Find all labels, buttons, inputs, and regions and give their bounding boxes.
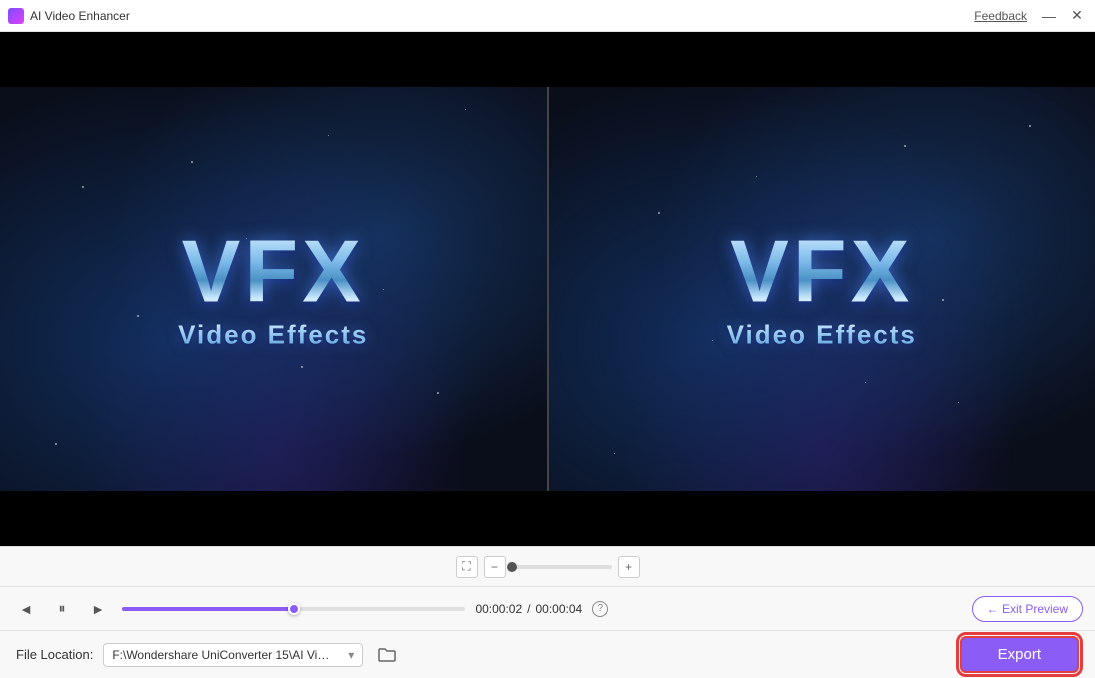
window-controls: — ✕ bbox=[1039, 6, 1087, 26]
folder-button[interactable] bbox=[373, 641, 401, 669]
forward-button[interactable]: ► bbox=[84, 595, 112, 623]
title-bar-left: AI Video Enhancer bbox=[8, 8, 130, 24]
title-bar-right: Feedback — ✕ bbox=[974, 6, 1087, 26]
file-location-bar: File Location: F:\Wondershare UniConvert… bbox=[0, 630, 1095, 678]
video-black-bottom bbox=[0, 491, 1095, 546]
zoom-slider-track[interactable] bbox=[512, 565, 612, 569]
app-icon bbox=[8, 8, 24, 24]
file-location-label: File Location: bbox=[16, 647, 93, 662]
main-content: VFX Video Effects bbox=[0, 32, 1095, 678]
help-icon[interactable]: ? bbox=[592, 601, 608, 617]
time-separator: / bbox=[527, 602, 530, 616]
progress-thumb[interactable] bbox=[288, 603, 300, 615]
progress-fill bbox=[122, 607, 294, 611]
vfx-title-left: VFX bbox=[178, 228, 368, 316]
export-button[interactable]: Export bbox=[960, 636, 1079, 673]
panel-divider bbox=[547, 32, 549, 546]
app-title: AI Video Enhancer bbox=[30, 9, 130, 23]
vfx-container-right: VFX Video Effects bbox=[727, 228, 917, 351]
vfx-title-right: VFX bbox=[727, 228, 917, 316]
feedback-link[interactable]: Feedback bbox=[974, 9, 1027, 23]
rewind-button[interactable]: ◄ bbox=[12, 595, 40, 623]
total-time: 00:00:04 bbox=[536, 602, 583, 616]
dropdown-arrow: ▾ bbox=[348, 648, 354, 662]
minimize-button[interactable]: — bbox=[1039, 6, 1059, 26]
zoom-controls: ⛶ − + bbox=[456, 556, 640, 578]
fit-button[interactable]: ⛶ bbox=[456, 556, 478, 578]
exit-preview-button[interactable]: ← Exit Preview bbox=[972, 596, 1083, 622]
video-black-top bbox=[0, 32, 1095, 87]
play-controls: ◄ ⏸ ► bbox=[12, 595, 112, 623]
zoom-in-button[interactable]: + bbox=[618, 556, 640, 578]
file-path-select[interactable]: F:\Wondershare UniConverter 15\AI Video … bbox=[103, 643, 363, 667]
playback-bar: ◄ ⏸ ► 00:00:02 / 00:00:04 ? ← Exit Previ… bbox=[0, 586, 1095, 630]
title-bar: AI Video Enhancer Feedback — ✕ bbox=[0, 0, 1095, 32]
zoom-controls-bar: ⛶ − + bbox=[0, 546, 1095, 586]
file-path-text: F:\Wondershare UniConverter 15\AI Video … bbox=[112, 648, 332, 662]
video-panels: VFX Video Effects bbox=[0, 32, 1095, 546]
current-time: 00:00:02 bbox=[475, 602, 522, 616]
progress-track[interactable] bbox=[122, 607, 465, 611]
vfx-container-left: VFX Video Effects bbox=[178, 228, 368, 351]
video-area: VFX Video Effects bbox=[0, 32, 1095, 546]
pause-button[interactable]: ⏸ bbox=[48, 595, 76, 623]
close-button[interactable]: ✕ bbox=[1067, 6, 1087, 26]
video-panel-left: VFX Video Effects bbox=[0, 32, 547, 546]
zoom-out-button[interactable]: − bbox=[484, 556, 506, 578]
vfx-subtitle-right: Video Effects bbox=[727, 320, 917, 351]
video-panel-right: VFX Video Effects bbox=[549, 32, 1095, 546]
time-display: 00:00:02 / 00:00:04 bbox=[475, 602, 582, 616]
zoom-slider-thumb[interactable] bbox=[507, 562, 517, 572]
vfx-subtitle-left: Video Effects bbox=[178, 320, 368, 351]
